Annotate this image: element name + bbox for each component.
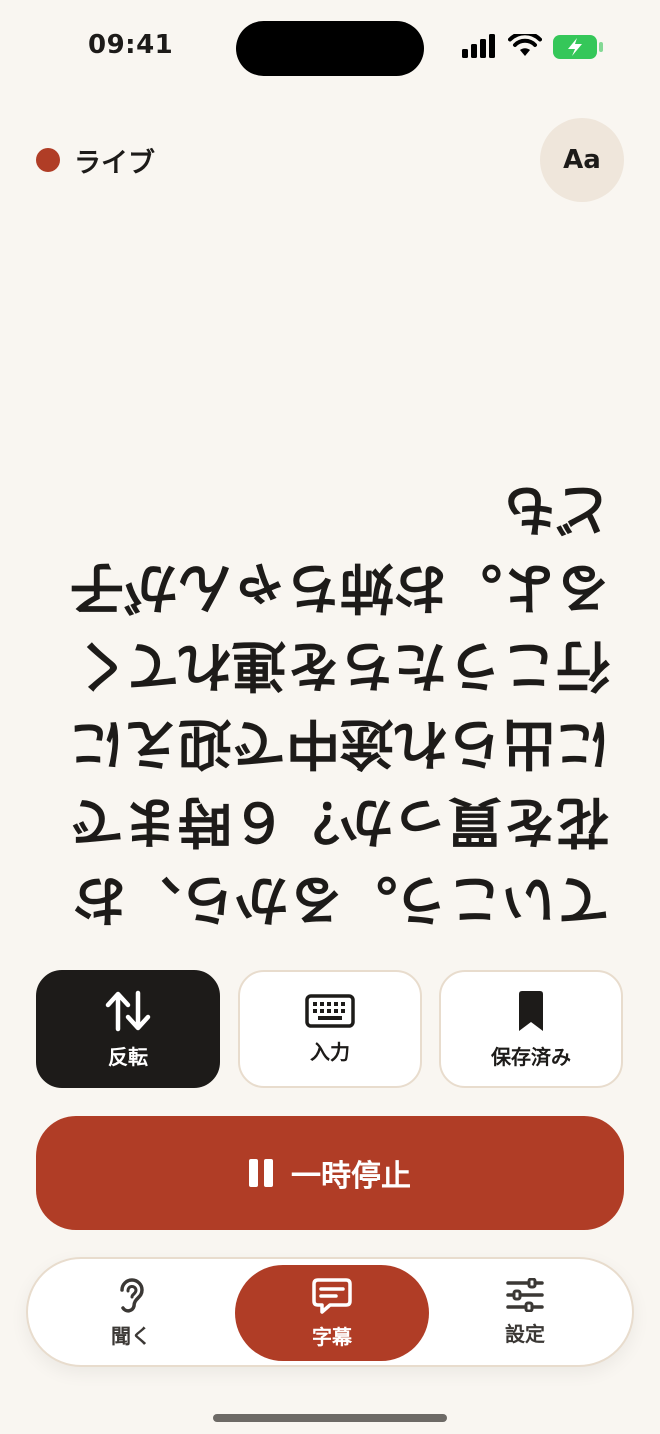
pause-label: 一時停止 bbox=[291, 1159, 411, 1194]
tab-captions[interactable]: 字幕 bbox=[235, 1265, 429, 1361]
input-button[interactable]: 入力 bbox=[238, 970, 422, 1088]
input-label: 入力 bbox=[310, 1039, 350, 1064]
status-bar: 09:41 bbox=[0, 0, 660, 100]
status-time: 09:41 bbox=[88, 30, 174, 60]
live-label: ライブ bbox=[74, 147, 155, 179]
caption-text: ていこう。るから、お花を買っか？６時までに出られ途中で迎えに行こうたちを連れてく… bbox=[70, 478, 610, 931]
bookmark-icon bbox=[519, 990, 543, 1031]
pause-icon bbox=[249, 1159, 273, 1187]
status-icons bbox=[462, 34, 612, 64]
tab-listen-label: 聞く bbox=[111, 1323, 151, 1348]
home-indicator[interactable] bbox=[213, 1414, 447, 1422]
caption-area: ていこう。るから、お花を買っか？６時までに出られ途中で迎えに行こうたちを連れてく… bbox=[30, 470, 630, 940]
flip-button[interactable]: 反転 bbox=[36, 970, 220, 1088]
wifi-icon bbox=[508, 34, 542, 56]
font-size-button[interactable]: Aa bbox=[540, 118, 624, 202]
caption-bubble-icon bbox=[312, 1277, 352, 1314]
ear-icon bbox=[120, 1277, 144, 1313]
keyboard-icon bbox=[305, 993, 355, 1028]
pause-button[interactable]: 一時停止 bbox=[36, 1116, 624, 1230]
flip-label: 反転 bbox=[108, 1044, 148, 1069]
tab-captions-label: 字幕 bbox=[312, 1324, 352, 1349]
battery-charging-icon bbox=[553, 35, 603, 59]
swap-vertical-icon bbox=[105, 990, 151, 1031]
tab-settings-label: 設定 bbox=[505, 1321, 545, 1346]
saved-label: 保存済み bbox=[491, 1044, 571, 1069]
tab-bar: 聞く 字幕 設定 bbox=[26, 1257, 634, 1367]
sliders-icon bbox=[506, 1277, 544, 1312]
live-indicator: ライブ bbox=[36, 140, 155, 180]
action-row: 反転 入力 保存済み bbox=[36, 970, 624, 1090]
tab-listen[interactable]: 聞く bbox=[36, 1259, 226, 1365]
tab-settings[interactable]: 設定 bbox=[430, 1259, 620, 1365]
dynamic-island bbox=[236, 21, 424, 76]
live-dot bbox=[36, 148, 60, 172]
signal-icon bbox=[462, 34, 495, 58]
saved-button[interactable]: 保存済み bbox=[439, 970, 623, 1088]
